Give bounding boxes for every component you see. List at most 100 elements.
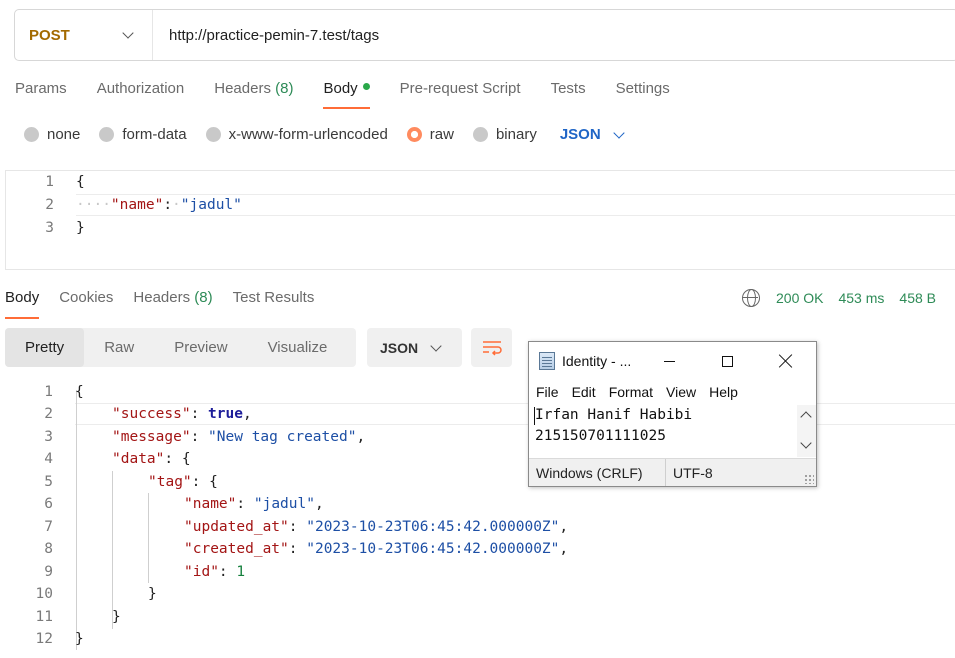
radio-raw[interactable]: raw: [406, 126, 454, 143]
line-number: 3: [44, 429, 53, 445]
code-line: 9 "id": 1: [5, 561, 955, 583]
tab-settings[interactable]: Settings: [616, 80, 670, 97]
maximize-icon: [721, 355, 733, 367]
notepad-content: Irfan Hanif Habibi 215150701111025: [535, 405, 692, 447]
close-button[interactable]: [756, 342, 816, 380]
response-time[interactable]: 453 ms: [838, 290, 884, 306]
json-value: "2023-10-23T06:45:42.000000Z": [306, 541, 560, 557]
radio-label: form-data: [122, 126, 187, 143]
menu-format[interactable]: Format: [609, 384, 653, 400]
radio-x-www-form-urlencoded[interactable]: x-www-form-urlencoded: [205, 126, 388, 143]
resize-grip-icon[interactable]: [804, 474, 814, 484]
scroll-up-icon[interactable]: [800, 411, 812, 423]
notepad-status-bar: Windows (CRLF) UTF-8: [529, 458, 816, 486]
tab-label: Settings: [615, 80, 670, 97]
tab-response-headers[interactable]: Headers (8): [133, 289, 212, 306]
request-body-editor[interactable]: 1 { 2 ····"name":·"jadul" 3 }: [5, 170, 955, 270]
tab-cookies[interactable]: Cookies: [59, 289, 113, 306]
code-text: "message": "New tag created",: [112, 429, 366, 445]
request-tabs: Params Authorization Headers (8) Body Pr…: [15, 80, 700, 109]
line-number: 3: [45, 220, 54, 236]
tab-pre-request-script[interactable]: Pre-request Script: [400, 80, 521, 97]
view-preview[interactable]: Preview: [154, 328, 247, 367]
format-label: JSON: [559, 126, 601, 143]
request-url-bar: POST http://practice-pemin-7.test/tags: [14, 9, 955, 61]
tab-headers[interactable]: Headers (8): [214, 80, 293, 97]
minimize-button[interactable]: [639, 342, 699, 380]
radio-binary[interactable]: binary: [472, 126, 537, 143]
radio-label: raw: [429, 126, 454, 143]
view-pretty[interactable]: Pretty: [5, 328, 85, 367]
radio-button-icon: [99, 127, 115, 142]
json-key: "success": [112, 406, 191, 422]
line-number: 11: [35, 609, 53, 625]
view-visualize[interactable]: Visualize: [248, 328, 348, 367]
json-key: "message": [112, 429, 191, 445]
json-brace: }: [112, 609, 121, 625]
body-format-dropdown[interactable]: JSON: [559, 126, 625, 143]
maximize-button[interactable]: [697, 342, 757, 380]
line-number: 4: [44, 451, 53, 467]
code-text: "data": {: [112, 451, 191, 467]
json-key: "name": [184, 496, 237, 512]
line-number: 10: [35, 586, 53, 602]
radio-button-icon: [472, 127, 488, 142]
json-brace: }: [148, 586, 157, 602]
globe-icon[interactable]: [742, 289, 760, 307]
tab-authorization[interactable]: Authorization: [97, 80, 185, 97]
tab-test-results[interactable]: Test Results: [233, 289, 315, 306]
chevron-down-icon: [430, 339, 442, 352]
radio-form-data[interactable]: form-data: [99, 126, 187, 143]
line-number: 1: [44, 384, 53, 400]
line-number: 2: [45, 197, 54, 213]
response-size[interactable]: 458 B: [899, 290, 936, 306]
json-key: "data": [112, 451, 165, 467]
radio-none[interactable]: none: [24, 126, 80, 143]
json-brace: {: [209, 474, 218, 490]
notepad-text-area[interactable]: Irfan Hanif Habibi 215150701111025: [529, 405, 816, 457]
status-code[interactable]: 200 OK: [776, 290, 823, 306]
method-select[interactable]: POST: [15, 10, 153, 60]
menu-view[interactable]: View: [666, 384, 696, 400]
scroll-down-icon[interactable]: [800, 437, 812, 449]
notepad-line: Irfan Hanif Habibi: [535, 407, 693, 423]
json-value: "New tag created": [208, 429, 357, 445]
response-format-dropdown[interactable]: JSON: [367, 328, 462, 367]
code-text: {: [76, 174, 85, 190]
url-input[interactable]: http://practice-pemin-7.test/tags: [153, 27, 379, 44]
tab-label: Tests: [550, 80, 586, 97]
minimize-icon: [663, 360, 675, 362]
wrap-lines-button[interactable]: [471, 328, 512, 367]
text-caret: [534, 407, 535, 425]
radio-label: none: [47, 126, 81, 143]
line-number: 2: [44, 406, 53, 422]
view-raw[interactable]: Raw: [84, 328, 154, 367]
notepad-app-icon: [539, 352, 555, 370]
notepad-menu-bar: File Edit Format View Help: [529, 380, 816, 404]
wrap-lines-icon: [482, 340, 502, 356]
menu-file[interactable]: File: [536, 384, 559, 400]
json-value: 1: [236, 564, 246, 580]
response-tabs: Body Cookies Headers (8) Test Results: [5, 289, 334, 319]
tab-body[interactable]: Body: [323, 80, 370, 109]
response-status-bar: 200 OK 453 ms 458 B: [742, 289, 951, 307]
vertical-scrollbar[interactable]: [797, 405, 816, 457]
code-text: ····"name":·"jadul": [76, 197, 242, 213]
active-tab-indicator: [323, 107, 370, 109]
chevron-down-icon: [122, 27, 134, 39]
menu-edit[interactable]: Edit: [572, 384, 596, 400]
tab-params[interactable]: Params: [15, 80, 67, 97]
menu-help[interactable]: Help: [709, 384, 738, 400]
line-ending-status: Windows (CRLF): [529, 459, 666, 486]
modified-dot-icon: [362, 83, 370, 90]
tab-tests[interactable]: Tests: [551, 80, 586, 97]
window-title: Identity - ...: [562, 353, 632, 369]
format-label: JSON: [380, 339, 419, 356]
line-number: 6: [44, 496, 53, 512]
notepad-title-bar[interactable]: Identity - ...: [529, 342, 816, 380]
tab-response-body[interactable]: Body: [5, 289, 40, 319]
tab-label: Headers: [133, 289, 191, 306]
code-line: 7 "updated_at": "2023-10-23T06:45:42.0000…: [5, 516, 955, 538]
notepad-line: 215150701111025: [535, 428, 666, 444]
json-key: "tag": [148, 474, 192, 490]
